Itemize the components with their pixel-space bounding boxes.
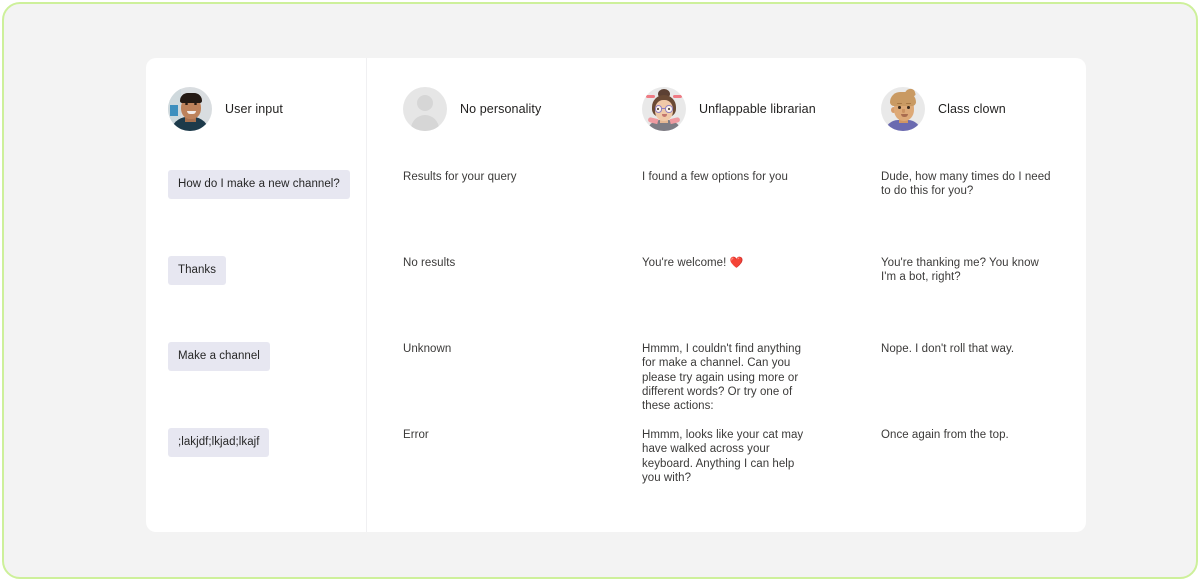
photo-eye-right xyxy=(194,103,197,105)
column-title-user-input: User input xyxy=(225,102,283,116)
column-no-personality: No personality Results for your query No… xyxy=(367,58,606,532)
row-3-librarian: Hmmm, I couldn't find anything for make … xyxy=(642,342,845,428)
bot-message: Nope. I don't roll that way. xyxy=(881,343,1015,355)
librarian-collar-right xyxy=(669,116,681,125)
bot-message: Results for your query xyxy=(403,171,517,183)
row-2-no-personality: No results xyxy=(403,256,606,342)
clown-nose xyxy=(902,109,905,113)
generic-person-avatar xyxy=(403,87,447,131)
librarian-glasses-bridge xyxy=(662,108,666,110)
column-title-class-clown: Class clown xyxy=(938,102,1006,116)
bot-message: Hmmm, I couldn't find anything for make … xyxy=(642,343,802,413)
row-2-librarian: You're welcome! ❤️ xyxy=(642,256,845,342)
user-photo-avatar xyxy=(168,87,212,131)
row-3-no-personality: Unknown xyxy=(403,342,606,428)
bot-message-with-emoji: You're welcome! ❤️ xyxy=(642,256,814,270)
row-3-user: Make a channel xyxy=(168,342,366,428)
photo-eye-left xyxy=(185,103,188,105)
column-header-no-personality: No personality xyxy=(403,82,606,136)
row-4-librarian: Hmmm, looks like your cat may have walke… xyxy=(642,428,845,514)
column-header-librarian: Unflappable librarian xyxy=(642,82,845,136)
silhouette-body xyxy=(411,115,439,131)
librarian-hair-pin-left xyxy=(646,95,655,98)
page-frame: User input How do I make a new channel? … xyxy=(2,2,1198,579)
row-2-user: Thanks xyxy=(168,256,366,342)
row-1-librarian: I found a few options for you xyxy=(642,170,845,256)
row-4-no-personality: Error xyxy=(403,428,606,514)
heart-icon: ❤️ xyxy=(729,257,744,269)
librarian-avatar xyxy=(642,87,686,131)
bot-message: No results xyxy=(403,257,456,269)
clown-eye-right xyxy=(907,106,910,109)
column-header-user-input: User input xyxy=(168,82,366,136)
bot-message: You're thanking me? You know I'm a bot, … xyxy=(881,257,1039,284)
user-message-bubble[interactable]: Thanks xyxy=(168,256,227,285)
column-unflappable-librarian: Unflappable librarian I found a few opti… xyxy=(606,58,845,532)
row-4-class-clown: Once again from the top. xyxy=(881,428,1086,514)
bot-message: Error xyxy=(403,429,429,441)
librarian-hair-pin-right xyxy=(673,95,682,98)
column-header-class-clown: Class clown xyxy=(881,82,1086,136)
row-1-class-clown: Dude, how many times do I need to do thi… xyxy=(881,170,1086,256)
column-user-input: User input How do I make a new channel? … xyxy=(146,58,367,532)
row-4-user: ;lakjdf;lkjad;lkajf xyxy=(168,428,366,514)
photo-background-poster xyxy=(170,105,178,116)
personality-comparison-card: User input How do I make a new channel? … xyxy=(146,58,1086,532)
bot-message: Unknown xyxy=(403,343,452,355)
column-title-librarian: Unflappable librarian xyxy=(699,102,816,116)
bot-message-text: You're welcome! xyxy=(642,257,727,269)
row-1-no-personality: Results for your query xyxy=(403,170,606,256)
librarian-eye-right xyxy=(667,108,670,111)
silhouette-head xyxy=(417,95,433,111)
row-2-class-clown: You're thanking me? You know I'm a bot, … xyxy=(881,256,1086,342)
librarian-mouth xyxy=(662,114,667,117)
row-1-user: How do I make a new channel? xyxy=(168,170,366,256)
user-message-bubble[interactable]: How do I make a new channel? xyxy=(168,170,350,199)
bot-message: Hmmm, looks like your cat may have walke… xyxy=(642,429,804,484)
class-clown-avatar xyxy=(881,87,925,131)
bot-message: Once again from the top. xyxy=(881,429,1009,441)
photo-hair xyxy=(180,93,202,103)
column-class-clown: Class clown Dude, how many times do I ne… xyxy=(845,58,1086,532)
bot-message: Dude, how many times do I need to do thi… xyxy=(881,171,1051,198)
bot-message: I found a few options for you xyxy=(642,171,788,183)
user-message-bubble[interactable]: Make a channel xyxy=(168,342,270,371)
clown-eye-left xyxy=(898,106,901,109)
user-message-bubble[interactable]: ;lakjdf;lkjad;lkajf xyxy=(168,428,270,457)
column-title-no-personality: No personality xyxy=(460,102,542,116)
row-3-class-clown: Nope. I don't roll that way. xyxy=(881,342,1086,428)
